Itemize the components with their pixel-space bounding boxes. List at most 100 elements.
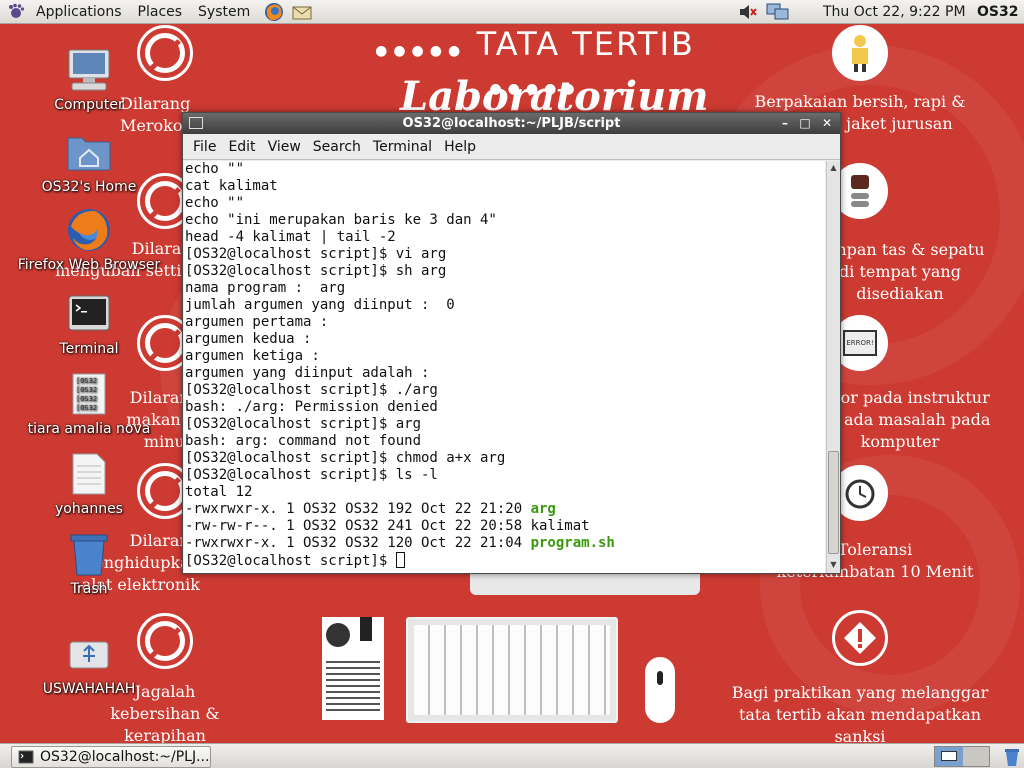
file-menu[interactable]: File [187, 139, 222, 155]
workspace-1[interactable] [935, 747, 963, 766]
svg-text:[OS32: [OS32 [76, 395, 97, 403]
desktop-icon-yohannes[interactable]: yohannes [34, 450, 144, 517]
trash-applet-icon[interactable] [1003, 747, 1021, 767]
terminal-line: nama program : arg [185, 280, 825, 297]
terminal-line-text: [OS32@localhost script]$ chmod a+x arg [185, 450, 506, 466]
desktop-icon-computer[interactable]: Computer [34, 46, 144, 113]
terminal-line: jumlah argumen yang diinput : 0 [185, 297, 825, 314]
search-menu[interactable]: Search [307, 139, 367, 155]
terminal-line-text: echo "ini merupakan baris ke 3 dan 4" [185, 212, 497, 228]
view-menu[interactable]: View [262, 139, 307, 155]
no-littering-icon [137, 613, 193, 669]
terminal-line: [OS32@localhost script]$ chmod a+x arg [185, 450, 825, 467]
taskbar-terminal-button[interactable]: OS32@localhost:~/PLJ... [11, 746, 211, 768]
text-cursor [395, 552, 405, 568]
terminal-output[interactable]: echo "" cat kalimat echo "" echo "ini merup… [184, 161, 825, 573]
svg-text:[OS32: [OS32 [76, 377, 97, 385]
desktop-icon-label: tiara amalia nova [27, 421, 151, 437]
terminal-line: bash: ./arg: Permission denied [185, 399, 825, 416]
terminal-line-text: argumen ketiga : [185, 348, 320, 364]
terminal-line-text: total 12 [185, 484, 253, 500]
clock[interactable]: Thu Oct 22, 9:22 PM [823, 0, 966, 24]
firefox-icon [65, 206, 113, 254]
terminal-window[interactable]: OS32@localhost:~/PLJB/script – □ ✕ File … [182, 112, 841, 574]
volume-muted-icon[interactable] [738, 3, 758, 25]
desktop-icon-terminal[interactable]: Terminal [34, 290, 144, 357]
help-menu[interactable]: Help [438, 139, 482, 155]
terminal-line: echo "" [185, 195, 825, 212]
bottom-panel: OS32@localhost:~/PLJ... [0, 743, 1024, 768]
desktop-icon-label: Trash [70, 581, 108, 597]
desktop-icon-label: OS32's Home [41, 179, 137, 195]
minimize-button[interactable]: – [775, 113, 795, 134]
maximize-button[interactable]: □ [795, 113, 815, 134]
desktop-icon-label: yohannes [55, 501, 123, 517]
terminal-line: echo "" [185, 161, 825, 178]
terminal-line-text: -rw-rw-r--. 1 OS32 OS32 241 Oct 22 20:58… [185, 518, 590, 534]
edit-menu[interactable]: Edit [222, 139, 261, 155]
terminal-line-text: [OS32@localhost script]$ vi arg [185, 246, 447, 262]
window-menu-icon[interactable] [189, 117, 203, 129]
terminal-menu[interactable]: Terminal [367, 139, 438, 155]
terminal-menubar: File Edit View Search Terminal Help [183, 134, 840, 160]
terminal-line: echo "ini merupakan baris ke 3 dan 4" [185, 212, 825, 229]
desktop-icon-tiara[interactable]: [OS32 [OS32 [OS32 [OS32 tiara amalia nova [28, 370, 150, 437]
svg-text:[OS32: [OS32 [76, 404, 97, 412]
terminal-line-text: [OS32@localhost script]$ ls -l [185, 467, 438, 483]
terminal-line: [OS32@localhost script]$ [185, 552, 825, 569]
terminal-line: [OS32@localhost script]$ arg [185, 416, 825, 433]
text-file-icon [65, 450, 113, 498]
dress-code-icon [832, 25, 888, 81]
rule-right-line1: Berpakaian bersih, rapi & [754, 92, 966, 111]
workspace-2[interactable] [963, 747, 989, 766]
terminal-line: cat kalimat [185, 178, 825, 195]
terminal-line: [OS32@localhost script]$ sh arg [185, 263, 825, 280]
desktop-icon-label: Terminal [59, 341, 119, 357]
error-badge: ERROR! [843, 330, 877, 356]
applications-menu[interactable]: Applications [28, 0, 130, 24]
terminal-line-text: bash: ./arg: Permission denied [185, 399, 438, 415]
terminal-line: [OS32@localhost script]$ ls -l [185, 467, 825, 484]
workspace-switcher[interactable] [934, 746, 990, 767]
svg-text:[OS32: [OS32 [76, 386, 97, 394]
gnome-foot-icon[interactable] [4, 0, 28, 24]
terminal-line-text: argumen yang diinput adalah : [185, 365, 430, 381]
mail-launcher-icon[interactable] [290, 0, 314, 24]
places-menu[interactable]: Places [130, 0, 191, 24]
desktop-icon-usb[interactable]: USWAHAHAH [34, 630, 144, 697]
desktop-icon-home[interactable]: OS32's Home [34, 128, 144, 195]
usb-drive-icon [65, 630, 113, 678]
desktop-icon-trash[interactable]: Trash [34, 530, 144, 597]
executable-filename: arg [530, 501, 556, 517]
terminal-icon [65, 290, 113, 338]
scroll-down-icon[interactable]: ▼ [828, 559, 839, 571]
terminal-line-text: -rwxrwxr-x. 1 OS32 OS32 192 Oct 22 21:20 [185, 501, 531, 517]
terminal-line: argumen ketiga : [185, 348, 825, 365]
terminal-line-text: jumlah argumen yang diinput : 0 [185, 297, 455, 313]
terminal-line: total 12 [185, 484, 825, 501]
taskbar-label: OS32@localhost:~/PLJ... [40, 749, 210, 765]
rule-right-line1: Bagi praktikan yang melanggar [731, 683, 989, 702]
terminal-line: argumen pertama : [185, 314, 825, 331]
user-name[interactable]: OS32 [977, 0, 1018, 24]
home-folder-icon [65, 128, 113, 176]
terminal-line-text: -rwxrwxr-x. 1 OS32 OS32 120 Oct 22 21:04 [185, 535, 531, 551]
monitor-stand [470, 573, 700, 595]
terminal-line: head -4 kalimat | tail -2 [185, 229, 825, 246]
terminal-line-text: [OS32@localhost script]$ sh arg [185, 263, 447, 279]
terminal-line-text: cat kalimat [185, 178, 278, 194]
system-menu[interactable]: System [190, 0, 258, 24]
terminal-small-icon [18, 750, 34, 764]
text-file-icon: [OS32 [OS32 [OS32 [OS32 [65, 370, 113, 418]
firefox-launcher-icon[interactable] [262, 0, 286, 24]
window-title: OS32@localhost:~/PLJB/script [402, 116, 621, 131]
terminal-line-text: nama program : arg [185, 280, 346, 296]
trash-icon [65, 530, 113, 578]
window-titlebar[interactable]: OS32@localhost:~/PLJB/script – □ ✕ [183, 113, 840, 134]
desktop-icon-firefox[interactable]: Firefox Web Browser [18, 206, 160, 273]
terminal-scrollbar[interactable]: ▲ ▼ [826, 161, 840, 573]
scrollbar-thumb[interactable] [828, 451, 839, 554]
network-icon[interactable] [766, 2, 790, 26]
close-button[interactable]: ✕ [817, 113, 837, 134]
scroll-up-icon[interactable]: ▲ [828, 162, 839, 174]
